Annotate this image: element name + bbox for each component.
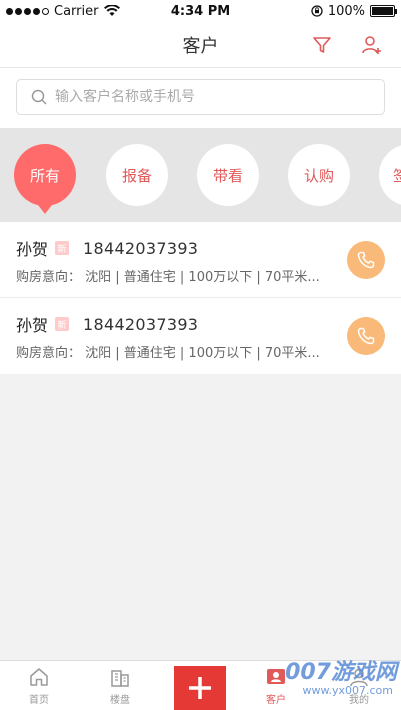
chip-label: 报备 [121,166,152,185]
chip-viewing[interactable]: 带看 [197,144,259,206]
chip-subscribed[interactable]: 认购 [288,144,350,206]
add-button[interactable] [174,666,226,710]
home-icon [30,668,48,686]
battery-percent: 100% [327,3,365,19]
customer-list: 孙贺 新 18442037393 购房意向： 沈阳 | 普通住宅 | 100万以… [0,222,401,374]
tab-home[interactable]: 首页 [11,666,67,706]
chip-signed[interactable]: 签 [379,144,401,206]
filter-button[interactable] [309,32,335,58]
chip-reported[interactable]: 报备 [106,144,168,206]
phone-icon [357,327,375,345]
tab-label: 楼盘 [110,695,130,706]
chip-label: 带看 [212,166,243,185]
chip-label: 所有 [29,166,60,185]
tab-label: 首页 [29,695,49,706]
add-customer-button[interactable] [359,32,385,58]
filter-icon [313,37,331,53]
new-badge: 新 [55,317,70,331]
purchase-intent: 购房意向： 沈阳 | 普通住宅 | 100万以下 | 70平米... [16,346,320,361]
tab-building[interactable]: 楼盘 [92,666,148,706]
watermark-url: www.yx007.com [302,684,393,697]
search-section [0,68,401,128]
watermark-logo: 007游戏网 [285,660,397,685]
call-button[interactable] [347,241,385,279]
customer-phone: 18442037393 [83,238,199,258]
battery-icon [370,5,397,17]
purchase-intent: 购房意向： 沈阳 | 普通住宅 | 100万以下 | 70平米... [16,270,320,285]
rotation-lock-icon [311,5,323,17]
customer-name: 孙贺 [16,316,49,335]
wifi-icon [104,5,121,16]
add-user-icon [362,36,381,54]
status-bar: Carrier 4:34 PM 100% [0,0,401,22]
page-title: 客户 [182,35,219,57]
customer-row[interactable]: 孙贺 新 18442037393 购房意向： 沈阳 | 普通住宅 | 100万以… [0,298,401,374]
chip-all[interactable]: 所有 [14,144,76,214]
phone-icon [357,251,375,269]
customer-name: 孙贺 [16,240,49,259]
search-icon [31,89,47,105]
status-filter-bar: 所有 报备 带看 认购 签 [0,128,401,222]
building-icon [111,670,129,687]
signal-icon [6,7,49,15]
customer-phone: 18442037393 [83,314,199,334]
tab-label: 客户 [266,695,286,706]
new-badge: 新 [55,241,70,255]
customer-row[interactable]: 孙贺 新 18442037393 购房意向： 沈阳 | 普通住宅 | 100万以… [0,222,401,298]
navigation-bar: 客户 [0,22,401,68]
chip-label: 签 [393,166,401,185]
plus-icon [189,677,211,699]
chip-label: 认购 [303,166,334,185]
search-input[interactable] [55,89,345,105]
customer-icon [267,669,285,684]
call-button[interactable] [347,317,385,355]
carrier-name: Carrier [54,3,99,19]
search-box[interactable] [16,79,385,115]
